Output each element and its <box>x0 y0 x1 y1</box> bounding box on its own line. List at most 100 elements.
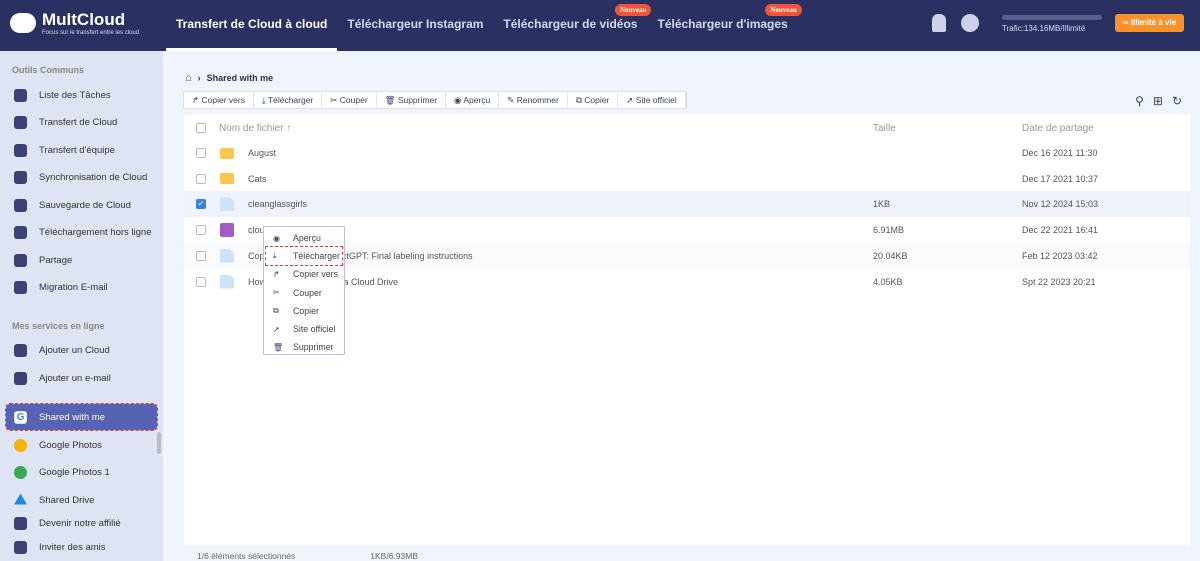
menu-item-download[interactable]: ⤓ Télécharger <box>265 246 343 267</box>
bell-icon[interactable] <box>932 14 946 32</box>
sidebar-item-invite[interactable]: Inviter des amis <box>6 534 157 560</box>
google-photos-icon <box>14 465 27 479</box>
column-name[interactable]: Nom de fichier ↑ <box>219 123 291 134</box>
copy-button[interactable]: ⧉ Copier <box>568 92 619 108</box>
logo[interactable]: MultCloud Focus sur le transfert entre le… <box>10 10 139 36</box>
column-size[interactable]: Taille <box>873 123 896 134</box>
main-nav: Transfert de Cloud à cloud Téléchargeur … <box>166 0 802 51</box>
label: Shared Drive <box>39 494 95 506</box>
sidebar-scrollbar[interactable] <box>157 432 161 454</box>
sidebar-item-affiliate[interactable]: Devenir notre affilié <box>6 510 157 536</box>
backup-icon <box>14 198 27 212</box>
sidebar-item-team-transfer[interactable]: Transfert d'équipe <box>6 137 157 163</box>
menu-item-copy-to[interactable]: ↱ Copier vers <box>264 265 344 283</box>
sidebar-item-share[interactable]: Partage <box>6 247 157 273</box>
email-icon <box>14 280 27 294</box>
delete-button[interactable]: 🗑 Supprimer <box>377 92 447 108</box>
section-title: Mes services en ligne <box>12 321 105 331</box>
menu-item-copy[interactable]: ⧉ Copier <box>264 302 344 320</box>
label: Ajouter un Cloud <box>39 344 110 356</box>
label: Sauvegarde de Cloud <box>39 199 131 211</box>
share-icon <box>14 253 27 267</box>
sidebar-item-backup[interactable]: Sauvegarde de Cloud <box>6 192 157 218</box>
label: Synchronisation de Cloud <box>39 171 148 183</box>
label: Aperçu <box>463 95 491 105</box>
nav-images[interactable]: Téléchargeur d'images Nouveau <box>647 0 802 51</box>
file-name[interactable]: August <box>248 148 276 158</box>
file-icon <box>220 274 234 289</box>
official-site-button[interactable]: ➚ Site officiel <box>618 92 686 108</box>
toolbar: ↱ Copier vers ⤓ Télécharger ✂ Couper 🗑 S… <box>183 91 687 109</box>
sidebar-item-email-migration[interactable]: Migration E-mail <box>6 274 157 300</box>
google-icon: G <box>14 410 27 424</box>
column-date[interactable]: Date de partage <box>1022 123 1094 134</box>
view-controls: ⚲ ⊞ ↻ <box>1135 94 1182 108</box>
breadcrumb: ⌂ › Shared with me <box>185 72 273 84</box>
label: Supprimer <box>397 95 438 105</box>
sidebar-item-cloud-transfer[interactable]: Transfert de Cloud <box>6 109 157 135</box>
row-checkbox[interactable]: ✓ <box>196 199 206 210</box>
nav-label: Téléchargeur de vidéos <box>503 17 638 31</box>
sidebar-item-add-email[interactable]: Ajouter un e-mail <box>6 365 157 391</box>
label: Site officiel <box>293 324 336 335</box>
file-name[interactable]: cleanglassgirls <box>248 199 307 209</box>
sidebar-item-sync[interactable]: Synchronisation de Cloud <box>6 164 157 190</box>
breadcrumb-current: Shared with me <box>206 73 274 83</box>
google-photos-icon <box>14 438 27 452</box>
sync-icon <box>14 170 27 184</box>
search-icon[interactable]: ⚲ <box>1135 94 1144 108</box>
cut-button[interactable]: ✂ Couper <box>322 92 377 108</box>
table-row[interactable]: Cats Dec 17 2021 10:37 <box>184 166 1190 192</box>
menu-item-official-site[interactable]: ➚ Site officiel <box>264 320 344 338</box>
chevron-right-icon: › <box>197 73 201 83</box>
sidebar-item-google-photos-1[interactable]: Google Photos 1 <box>6 459 157 485</box>
file-size: 6.91MB <box>873 225 905 236</box>
row-checkbox[interactable] <box>196 173 206 184</box>
avatar[interactable] <box>961 14 979 32</box>
file-size: 20.04KB <box>873 250 908 261</box>
menu-item-preview[interactable]: ◉ Aperçu <box>264 229 344 247</box>
table-row[interactable]: ✓ cleanglassgirls 1KB Nov 12 2024 15:03 <box>184 191 1190 218</box>
download-button[interactable]: ⤓ Télécharger <box>254 92 323 108</box>
file-size: 4.05KB <box>873 276 903 287</box>
grid-view-icon[interactable]: ⊞ <box>1153 94 1163 108</box>
label: Migration E-mail <box>39 281 108 293</box>
nav-cloud-transfer[interactable]: Transfert de Cloud à cloud <box>166 0 338 51</box>
sidebar-item-add-cloud[interactable]: Ajouter un Cloud <box>6 337 157 363</box>
label: Copier vers <box>201 95 245 105</box>
row-checkbox[interactable] <box>196 250 206 261</box>
logo-subtitle: Focus sur le transfert entre les cloud <box>42 30 140 36</box>
menu-item-delete[interactable]: 🗑 Supprimer <box>264 338 344 356</box>
cloud-icon <box>14 143 27 157</box>
upgrade-button[interactable]: ∞ Illimité à vie <box>1115 14 1184 32</box>
row-checkbox[interactable] <box>196 148 206 158</box>
row-checkbox[interactable] <box>196 276 206 287</box>
download-icon <box>14 225 27 239</box>
sidebar-item-offline-download[interactable]: Téléchargement hors ligne <box>6 219 157 245</box>
menu-item-cut[interactable]: ✂ Couper <box>264 284 344 302</box>
selection-size: 1KB/6.93MB <box>370 551 419 561</box>
preview-button[interactable]: ◉ Aperçu <box>446 92 500 108</box>
nav-instagram[interactable]: Téléchargeur Instagram <box>337 0 493 51</box>
copy-to-icon: ↱ <box>273 269 280 279</box>
sidebar-item-google-photos[interactable]: Google Photos <box>6 432 157 458</box>
label: Ajouter un e-mail <box>39 372 111 384</box>
sidebar-item-shared-with-me[interactable]: G Shared with me <box>5 403 158 431</box>
home-icon[interactable]: ⌂ <box>185 72 192 84</box>
nav-videos[interactable]: Téléchargeur de vidéos Nouveau <box>493 0 652 51</box>
google-drive-icon <box>14 493 27 505</box>
label: Transfert de Cloud <box>39 116 118 128</box>
select-all-checkbox[interactable] <box>196 123 206 133</box>
table-header: Nom de fichier ↑ Taille Date de partage <box>184 115 1190 141</box>
copy-to-button[interactable]: ↱ Copier vers <box>184 92 254 108</box>
nav-label: Téléchargeur d'images <box>657 17 788 31</box>
multcloud-logo-icon <box>10 13 36 33</box>
rename-button[interactable]: ✎ Renommer <box>499 92 568 108</box>
table-row[interactable]: August Dec 16 2021 11:30 <box>184 140 1190 166</box>
label: Transfert d'équipe <box>39 144 115 156</box>
row-checkbox[interactable] <box>196 225 206 236</box>
sidebar: Outils Communs Liste des Tâches Transfer… <box>0 51 163 561</box>
sidebar-item-tasks[interactable]: Liste des Tâches <box>6 82 157 108</box>
file-name[interactable]: Cats <box>248 174 267 184</box>
refresh-icon[interactable]: ↻ <box>1172 94 1182 108</box>
